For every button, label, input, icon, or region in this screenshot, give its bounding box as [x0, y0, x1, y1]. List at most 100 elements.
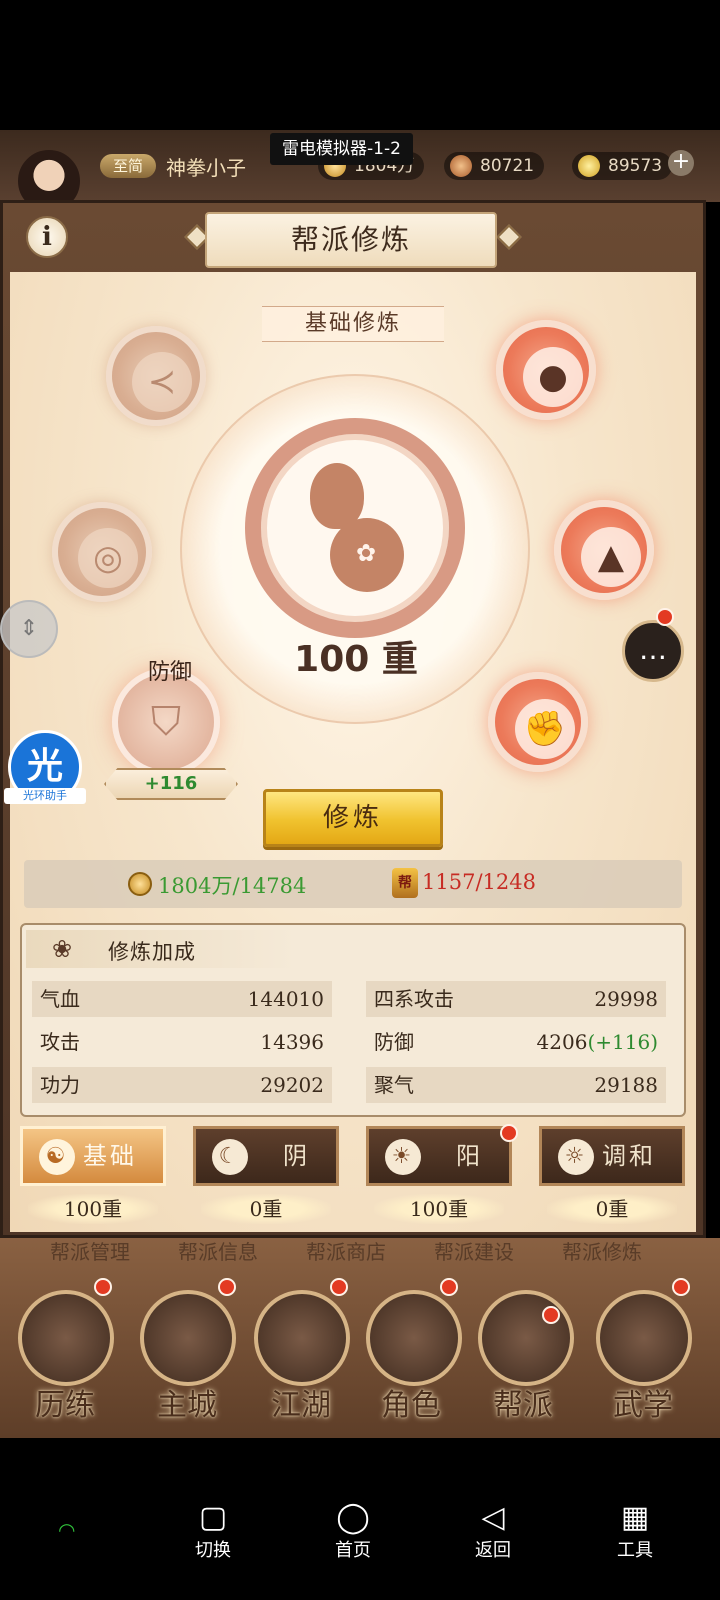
stat-row: 攻击 14396: [32, 1024, 332, 1060]
contribution-token-icon: 帮: [392, 868, 418, 898]
stat-value: 29202: [260, 1073, 324, 1097]
nav-city-icon[interactable]: [140, 1290, 236, 1386]
gold-value: 89573: [608, 156, 663, 176]
square-icon: ▢: [198, 1500, 228, 1535]
stat-row: 四系攻击 29998: [366, 981, 666, 1017]
nav-martial-icon[interactable]: [596, 1290, 692, 1386]
notification-dot: [440, 1278, 458, 1296]
nav-label-jianghu[interactable]: 江湖: [246, 1380, 356, 1424]
floating-scroll-handle[interactable]: ⇕: [0, 600, 58, 658]
speed-attr-orb[interactable]: ≺: [106, 326, 206, 426]
tab-level: 100重: [28, 1194, 158, 1224]
nav-label-training[interactable]: 历练: [10, 1380, 120, 1424]
notification-dot: [672, 1278, 690, 1296]
back-button[interactable]: ◁ 返回: [448, 1498, 538, 1568]
tab-yin[interactable]: ☾ 阴: [193, 1126, 339, 1186]
grid-icon: ▦: [620, 1500, 650, 1535]
stat-value: 29188: [594, 1073, 658, 1097]
level-unit: 重: [381, 638, 418, 680]
stats-title: 修炼加成: [108, 940, 196, 964]
ingot-icon: [450, 155, 472, 177]
current-level: 100 重: [256, 636, 456, 682]
sun-icon: ☀: [385, 1139, 421, 1175]
attack-attr-orb[interactable]: ✊: [488, 672, 588, 772]
nav-label-character[interactable]: 角色: [356, 1380, 466, 1424]
player-name: 神拳小子: [166, 156, 246, 180]
helper-app-label: 光环助手: [4, 788, 86, 804]
tab-harmony[interactable]: ☼ 调和: [539, 1126, 685, 1186]
notification-dot: [330, 1278, 348, 1296]
sub-tab[interactable]: 帮派修炼: [562, 1236, 642, 1265]
nav-label-city[interactable]: 主城: [132, 1380, 242, 1424]
tab-label: 阳: [456, 1142, 483, 1170]
nav-label-martial[interactable]: 武学: [588, 1380, 698, 1424]
blood-attr-orb[interactable]: ●: [496, 320, 596, 420]
sub-tab[interactable]: 帮派商店: [306, 1236, 386, 1265]
stat-label: 功力: [40, 1073, 80, 1097]
nav-training-icon[interactable]: [18, 1290, 114, 1386]
panel-title: 帮派修炼: [205, 212, 497, 268]
sun-moon-icon: ☼: [558, 1139, 594, 1175]
nav-label-guild[interactable]: 帮派: [468, 1380, 578, 1424]
stat-label: 攻击: [40, 1030, 80, 1054]
selected-attr-bonus: +116: [104, 768, 238, 800]
stat-row: 气血 144010: [32, 981, 332, 1017]
stat-row: 功力 29202: [32, 1067, 332, 1103]
gourd-icon: ☯: [39, 1139, 75, 1175]
swirl-icon: ❀: [52, 935, 73, 963]
sub-tab[interactable]: 帮派管理: [50, 1236, 130, 1265]
tab-label: 阴: [283, 1142, 310, 1170]
home-label: 首页: [335, 1540, 371, 1561]
tab-basic[interactable]: ☯ 基础: [20, 1126, 166, 1186]
tools-button[interactable]: ▦ 工具: [590, 1498, 680, 1568]
add-gold-button[interactable]: +: [668, 150, 694, 176]
stat-value: 29998: [594, 987, 658, 1011]
stat-value: 14396: [260, 1030, 324, 1054]
stat-value: 144010: [247, 987, 324, 1011]
guild-sub-tabs: 帮派管理 帮派信息 帮派商店 帮派建设 帮派修炼: [50, 1236, 690, 1264]
home-button[interactable]: ◯ 首页: [308, 1498, 398, 1568]
level-number: 100: [294, 639, 370, 680]
tab-level: 100重: [374, 1194, 504, 1224]
gold-counter: 89573: [572, 152, 673, 180]
tab-level: 0重: [201, 1194, 331, 1224]
chat-bubble-icon[interactable]: …: [622, 620, 684, 682]
nav-guild-icon[interactable]: [478, 1290, 574, 1386]
notification-dot: [542, 1306, 560, 1324]
moon-icon: ☾: [212, 1139, 248, 1175]
status-area: [0, 0, 720, 130]
cultivate-button[interactable]: 修炼: [263, 789, 443, 847]
emulator-title: 雷电模拟器-1-2: [270, 133, 413, 165]
coin-cost: 1804万/14784: [158, 874, 307, 898]
switch-button[interactable]: ▢ 切换: [168, 1498, 258, 1568]
circle-icon: ◯: [336, 1500, 370, 1535]
selected-attr-label: 防御: [147, 660, 192, 685]
tab-level: 0重: [547, 1194, 677, 1224]
info-button[interactable]: i: [26, 216, 68, 258]
boot-icon: ≺: [132, 352, 192, 412]
fist-icon: ✊: [515, 699, 575, 759]
section-subtitle: 基础修炼: [262, 306, 444, 342]
stat-label: 防御: [374, 1030, 414, 1054]
tab-label: 基础: [83, 1142, 137, 1170]
spirit-attr-orb[interactable]: ◎: [52, 502, 152, 602]
stat-row: 防御 4206(+116): [366, 1024, 666, 1060]
triangle-back-icon: ◁: [481, 1500, 505, 1535]
droplet-icon: ●: [523, 347, 583, 407]
stat-label: 气血: [40, 987, 80, 1011]
tools-label: 工具: [617, 1540, 653, 1561]
stat-bonus: (+116): [587, 1030, 658, 1054]
coin-icon: [128, 872, 152, 896]
notification-dot: [218, 1278, 236, 1296]
stat-label: 四系攻击: [374, 987, 454, 1011]
sub-tab[interactable]: 帮派建设: [434, 1236, 514, 1265]
tab-yang[interactable]: ☀ 阳: [366, 1126, 512, 1186]
shield-icon: ⛉: [151, 699, 181, 745]
sub-tab[interactable]: 帮派信息: [178, 1236, 258, 1265]
nav-character-icon[interactable]: [366, 1290, 462, 1386]
token-cost: 1157/1248: [422, 870, 536, 894]
nav-jianghu-icon[interactable]: [254, 1290, 350, 1386]
fire-attr-orb[interactable]: ▲: [554, 500, 654, 600]
swirl-icon: ◎: [78, 528, 138, 588]
gold-ingot-icon: [578, 155, 600, 177]
